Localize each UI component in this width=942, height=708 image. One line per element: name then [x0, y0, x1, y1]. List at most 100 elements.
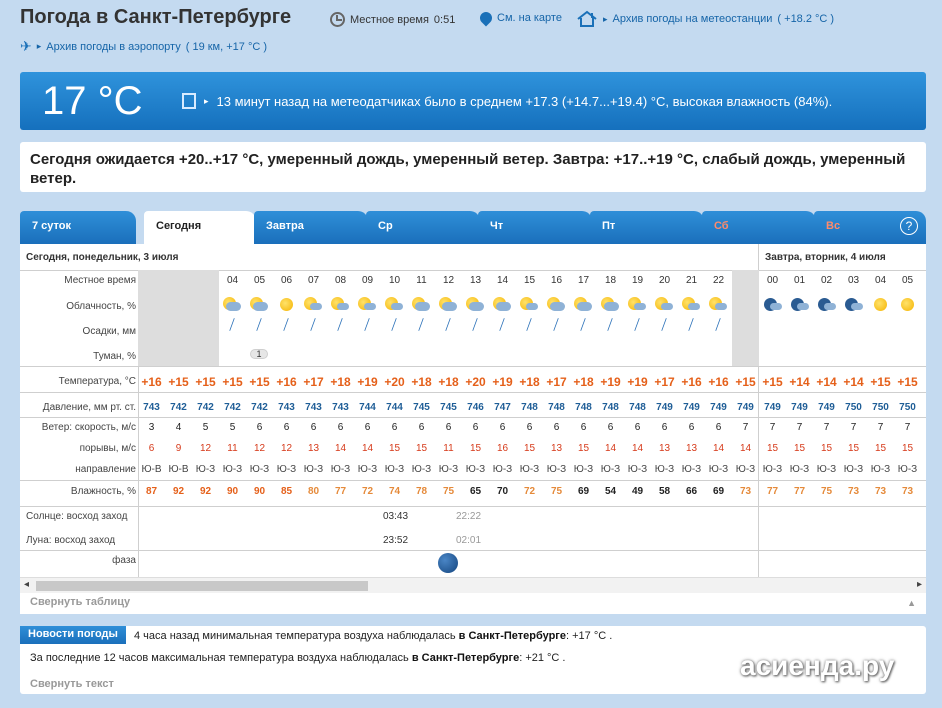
page-header: Погода в Санкт-Петербурге Местное время …	[0, 0, 942, 70]
humidity-cell: 75	[820, 486, 833, 497]
humidity-cell: 70	[496, 486, 509, 497]
weather-icon	[381, 296, 408, 314]
row-label-cloud: Облачность, %	[66, 301, 136, 312]
building-icon	[182, 93, 196, 109]
pressure-cell: 750	[899, 402, 916, 413]
humidity-cell: 73	[901, 486, 914, 497]
tab-4[interactable]: Чт	[478, 211, 592, 244]
humidity-cell: 66	[685, 486, 698, 497]
collapse-text-button[interactable]: Свернуть текст	[30, 678, 114, 690]
row-label-phase: фаза	[112, 555, 136, 566]
temp-cell: +17	[654, 375, 675, 389]
tab-1[interactable]: Сегодня	[144, 211, 256, 244]
help-icon[interactable]: ?	[900, 217, 918, 235]
direction-cell: Ю-З	[735, 464, 756, 475]
direction-cell: Ю-З	[303, 464, 324, 475]
hour-cell: 13	[469, 275, 482, 286]
hour-cell: 00	[766, 275, 779, 286]
watermark: асиенда.ру	[740, 650, 895, 681]
wind-cell: 7	[769, 422, 776, 433]
weather-icon	[435, 296, 462, 314]
humidity-cell: 80	[307, 486, 320, 497]
humidity-cell: 90	[253, 486, 266, 497]
hour-cell: 09	[361, 275, 374, 286]
scroll-right-icon[interactable]: ▸	[917, 579, 922, 590]
gust-cell: 15	[469, 443, 482, 454]
direction-cell: Ю-З	[600, 464, 621, 475]
gust-cell: 13	[550, 443, 563, 454]
raindrop-icon: │	[632, 318, 643, 332]
cloud-icon	[415, 302, 430, 311]
temp-cell: +16	[681, 375, 702, 389]
hour-cell: 16	[550, 275, 563, 286]
wind-cell: 6	[661, 422, 668, 433]
airport-archive-link[interactable]: ✈ ▸ Архив погоды в аэропорту ( 19 км, +1…	[20, 38, 267, 55]
scroll-left-icon[interactable]: ◂	[24, 579, 29, 590]
tab-5[interactable]: Пт	[590, 211, 704, 244]
gust-cell: 15	[874, 443, 887, 454]
row-label-pressure: Давление, мм рт. ст.	[42, 402, 136, 413]
cloud-icon	[310, 303, 322, 310]
weather-icon	[813, 296, 840, 314]
hour-cell: 17	[577, 275, 590, 286]
row-label-time: Местное время	[64, 275, 136, 286]
airport-archive-label[interactable]: Архив погоды в аэропорту	[46, 41, 180, 53]
raindrop-icon: │	[335, 318, 346, 332]
tab-3[interactable]: Ср	[366, 211, 480, 244]
scrollbar-thumb[interactable]	[36, 581, 368, 591]
row-label-gusts: порывы, м/с	[79, 443, 136, 454]
gust-cell: 15	[523, 443, 536, 454]
tab-2[interactable]: Завтра	[254, 211, 368, 244]
hour-cell: 05	[901, 275, 914, 286]
table-scrollbar[interactable]: ◂ ▸	[20, 577, 926, 593]
temp-cell: +16	[141, 375, 162, 389]
temp-cell: +15	[897, 375, 918, 389]
gust-cell: 12	[253, 443, 266, 454]
temp-cell: +14	[843, 375, 864, 389]
sunset-time: 22:22	[456, 511, 482, 522]
weather-icon	[840, 296, 867, 314]
tab-0[interactable]: 7 суток	[20, 211, 136, 244]
pressure-cell: 748	[548, 402, 565, 413]
hour-cell: 01	[793, 275, 806, 286]
night-shade	[138, 270, 219, 366]
humidity-cell: 49	[631, 486, 644, 497]
map-link[interactable]: См. на карте	[477, 9, 562, 27]
temp-cell: +18	[573, 375, 594, 389]
hour-cell: 04	[226, 275, 239, 286]
direction-cell: Ю-З	[708, 464, 729, 475]
weather-icon	[651, 296, 678, 314]
weather-icon	[516, 296, 543, 314]
wind-cell: 6	[580, 422, 587, 433]
direction-cell: Ю-З	[384, 464, 405, 475]
direction-cell: Ю-З	[357, 464, 378, 475]
tab-6[interactable]: Сб	[702, 211, 816, 244]
humidity-cell: 73	[739, 486, 752, 497]
temp-cell: +15	[222, 375, 243, 389]
hour-cell: 10	[388, 275, 401, 286]
row-label-precip: Осадки, мм	[82, 326, 136, 337]
station-archive-link[interactable]: ▸ Архив погоды на метеостанции ( +18.2 °…	[576, 10, 834, 28]
wind-cell: 6	[337, 422, 344, 433]
wind-cell: 6	[499, 422, 506, 433]
collapse-up-icon[interactable]: ▲	[907, 598, 916, 608]
humidity-cell: 77	[793, 486, 806, 497]
station-archive-label[interactable]: Архив погоды на метеостанции	[613, 13, 773, 25]
hour-cell: 22	[712, 275, 725, 286]
wind-cell: 4	[175, 422, 182, 433]
current-temp: 17 °C	[42, 78, 143, 123]
cloud-icon	[577, 302, 592, 311]
collapse-table-button[interactable]: Свернуть таблицу	[30, 596, 130, 608]
moon-phase-icon	[438, 553, 458, 573]
weather-icon	[354, 296, 381, 314]
wind-cell: 5	[229, 422, 236, 433]
hour-cell: 05	[253, 275, 266, 286]
direction-cell: Ю-З	[330, 464, 351, 475]
news-line-2: За последние 12 часов максимальная темпе…	[30, 652, 566, 664]
cloud-icon	[661, 303, 673, 310]
map-link-label[interactable]: См. на карте	[497, 12, 562, 24]
wind-cell: 5	[202, 422, 209, 433]
hour-cell: 18	[604, 275, 617, 286]
humidity-cell: 72	[361, 486, 374, 497]
humidity-cell: 92	[172, 486, 185, 497]
